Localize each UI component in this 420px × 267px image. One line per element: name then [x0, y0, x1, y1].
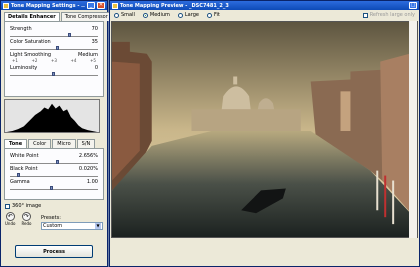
- strength-label: Strength: [10, 26, 32, 32]
- tick[interactable]: +1: [12, 58, 18, 63]
- preview-titlebar[interactable]: Tone Mapping Preview - _DSC7481_2_3 □: [110, 1, 419, 10]
- size-small-option[interactable]: Small: [114, 12, 135, 18]
- strength-value: 70: [91, 26, 98, 32]
- white-point-slider[interactable]: [10, 160, 98, 164]
- undo-label: Undo: [5, 221, 16, 226]
- radio-icon[interactable]: [114, 12, 119, 18]
- light-smoothing-ticks: +1 +2 +3 +4 +5: [10, 58, 98, 63]
- gamma-thumb[interactable]: [50, 186, 54, 190]
- radio-icon[interactable]: [142, 12, 148, 18]
- app-icon: [3, 2, 9, 9]
- saturation-thumb[interactable]: [55, 46, 59, 50]
- luminosity-slider[interactable]: [10, 72, 98, 76]
- white-point-value: 2.656%: [78, 153, 98, 159]
- black-point-label: Black Point: [10, 166, 38, 172]
- size-large-option[interactable]: Large: [177, 12, 199, 18]
- image-360-checkbox[interactable]: [5, 203, 10, 209]
- tone-panel: White Point 2.656% Black Point 0.020% Gamm…: [4, 148, 104, 200]
- chevron-down-icon: ▼: [95, 223, 101, 229]
- saturation-value: 35: [91, 39, 98, 45]
- white-point-thumb[interactable]: [55, 160, 59, 164]
- close-button[interactable]: ✕: [97, 2, 105, 9]
- tab-tone-compressor[interactable]: Tone Compressor: [60, 12, 112, 21]
- redo-label: Redo: [21, 221, 32, 226]
- redo-icon: ↷: [21, 212, 31, 221]
- size-large-label: Large: [184, 12, 199, 18]
- minimize-button[interactable]: _: [87, 2, 95, 9]
- tab-micro[interactable]: Micro: [52, 139, 76, 148]
- image-360-option[interactable]: 360° image: [5, 203, 103, 209]
- process-button[interactable]: Process: [15, 245, 93, 258]
- size-fit-label: Fit: [213, 12, 220, 18]
- redo-button[interactable]: ↷ Redo: [21, 212, 32, 226]
- gamma-label: Gamma: [10, 179, 30, 185]
- presets-value: Custom: [43, 223, 63, 229]
- saturation-slider[interactable]: [10, 46, 98, 50]
- tab-tone[interactable]: Tone: [4, 139, 28, 148]
- tone-mapping-preview-window: Tone Mapping Preview - _DSC7481_2_3 □ Sm…: [109, 0, 420, 267]
- refresh-large-only-option[interactable]: Refresh large only: [362, 12, 415, 18]
- luminosity-label: Luminosity: [10, 65, 38, 71]
- tick[interactable]: +4: [71, 58, 77, 63]
- size-fit-option[interactable]: Fit: [206, 12, 220, 18]
- hdr-preview-image[interactable]: [111, 21, 418, 238]
- details-enhancer-panel: Strength 70 Color Saturation 35 Light Smoo…: [4, 21, 104, 97]
- white-point-label: White Point: [10, 153, 39, 159]
- undo-button[interactable]: ↶ Undo: [5, 212, 15, 226]
- image-360-label: 360° image: [12, 203, 42, 209]
- gamma-value: 1.00: [86, 179, 98, 185]
- preview-size-options: Small Medium Large Fit Refresh large onl…: [110, 10, 419, 20]
- tab-color[interactable]: Color: [28, 139, 52, 148]
- presets-label: Presets:: [41, 215, 61, 221]
- luminosity-value: 0: [94, 65, 98, 71]
- radio-icon[interactable]: [177, 12, 183, 18]
- size-medium-label: Medium: [149, 12, 170, 18]
- settings-titlebar[interactable]: Tone Mapping Settings - ... _ ✕: [1, 1, 107, 10]
- refresh-label: Refresh large only: [369, 12, 415, 18]
- tone-mapping-settings-window: Tone Mapping Settings - ... _ ✕ Details …: [0, 0, 112, 267]
- preview-scrollbar[interactable]: [409, 21, 417, 238]
- strength-thumb[interactable]: [68, 33, 72, 37]
- black-point-value: 0.020%: [78, 166, 98, 172]
- maximize-button[interactable]: □: [409, 2, 417, 9]
- tab-sn[interactable]: S/N: [76, 139, 96, 148]
- undo-icon: ↶: [5, 212, 15, 221]
- size-medium-option[interactable]: Medium: [142, 12, 170, 18]
- strength-slider[interactable]: [10, 33, 98, 37]
- gamma-slider[interactable]: [10, 186, 98, 190]
- radio-icon[interactable]: [206, 12, 212, 18]
- tick[interactable]: +3: [51, 58, 57, 63]
- black-point-slider[interactable]: [10, 173, 98, 177]
- saturation-label: Color Saturation: [10, 39, 51, 45]
- presets-select[interactable]: Custom ▼: [41, 222, 103, 230]
- tab-details-enhancer[interactable]: Details Enhancer: [4, 12, 60, 21]
- app-icon: [112, 2, 118, 9]
- tick[interactable]: +2: [32, 58, 38, 63]
- histogram: [4, 99, 100, 133]
- luminosity-thumb[interactable]: [52, 72, 56, 76]
- preview-title: Tone Mapping Preview - _DSC7481_2_3: [120, 2, 229, 9]
- refresh-checkbox[interactable]: [362, 12, 368, 18]
- tick[interactable]: +5: [90, 58, 96, 63]
- size-small-label: Small: [121, 12, 135, 18]
- black-point-thumb[interactable]: [17, 173, 21, 177]
- settings-title: Tone Mapping Settings - ...: [11, 2, 85, 9]
